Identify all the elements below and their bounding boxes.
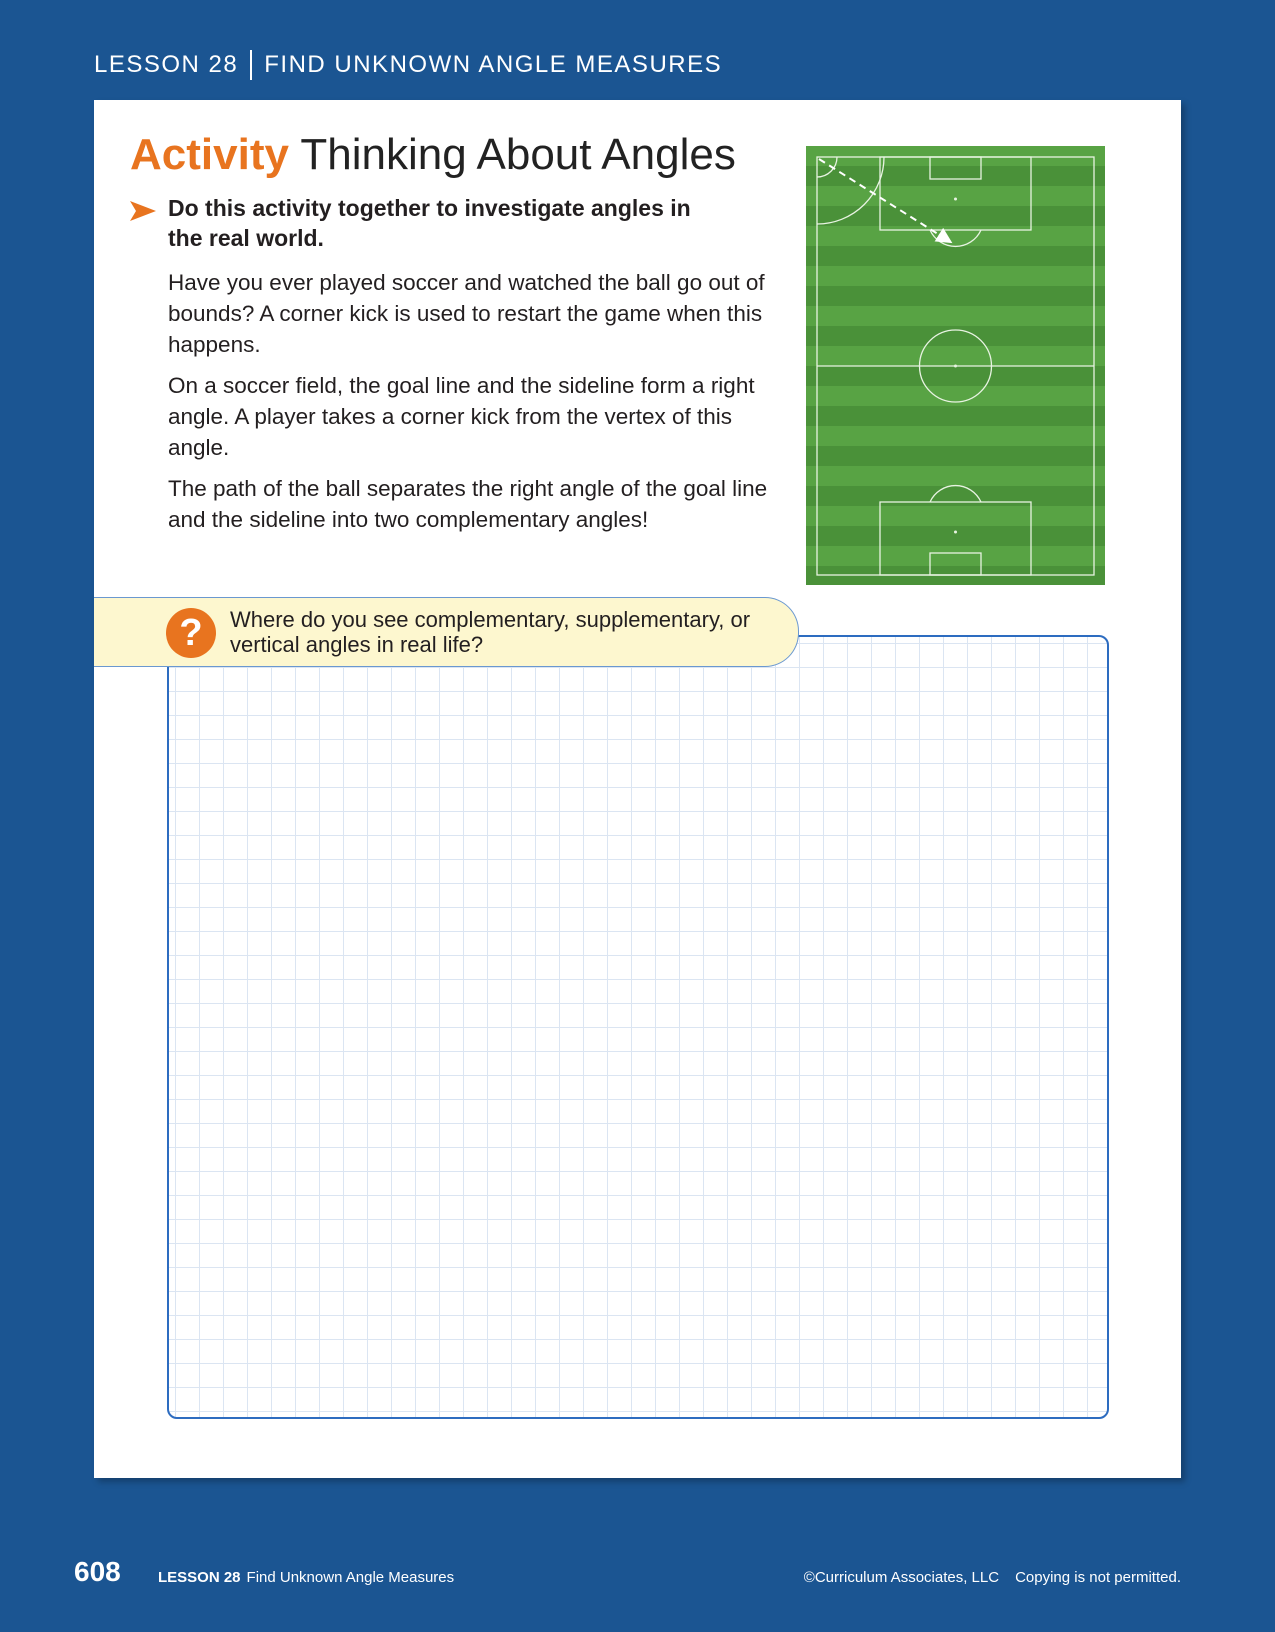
paragraph-1: Have you ever played soccer and watched … <box>168 270 765 357</box>
drawing-grid[interactable] <box>167 635 1109 1419</box>
activity-card: Activity Thinking About Angles Do this a… <box>94 100 1181 1478</box>
page-number: 608 <box>74 1556 121 1587</box>
footer-copyright: ©Curriculum Associates, LLC Copying is no… <box>804 1569 1181 1586</box>
header-lesson: LESSON 28 <box>94 51 239 78</box>
footer-lesson-title: Find Unknown Angle Measures <box>246 1569 455 1586</box>
header-topic: FIND UNKNOWN ANGLE MEASURES <box>264 51 723 78</box>
paragraph-3: The path of the ball separates the right… <box>168 476 768 532</box>
soccer-field-image <box>806 146 1105 585</box>
paragraph-2: On a soccer field, the goal line and the… <box>168 373 755 460</box>
discussion-question: ? Where do you see complementary, supple… <box>94 597 799 667</box>
lesson-header: LESSON 28 FIND UNKNOWN ANGLE MEASURES <box>94 50 722 80</box>
title-rest: Thinking About Angles <box>300 130 736 179</box>
title-accent: Activity <box>130 130 289 179</box>
header-divider <box>250 50 253 80</box>
footer-lesson: LESSON 28 Find Unknown Angle Measures <box>158 1569 454 1586</box>
activity-title: Activity Thinking About Angles <box>130 130 736 180</box>
question-text: Where do you see complementary, suppleme… <box>230 607 751 657</box>
activity-lead: Do this activity together to investigate… <box>168 195 691 251</box>
copying-notice: Copying is not permitted. <box>1015 1569 1181 1586</box>
footer-lesson-label: LESSON 28 <box>158 1569 241 1586</box>
question-mark-icon: ? <box>166 608 216 658</box>
arrow-bullet-icon <box>130 201 156 221</box>
copyright-text: ©Curriculum Associates, LLC <box>803 1569 1000 1586</box>
